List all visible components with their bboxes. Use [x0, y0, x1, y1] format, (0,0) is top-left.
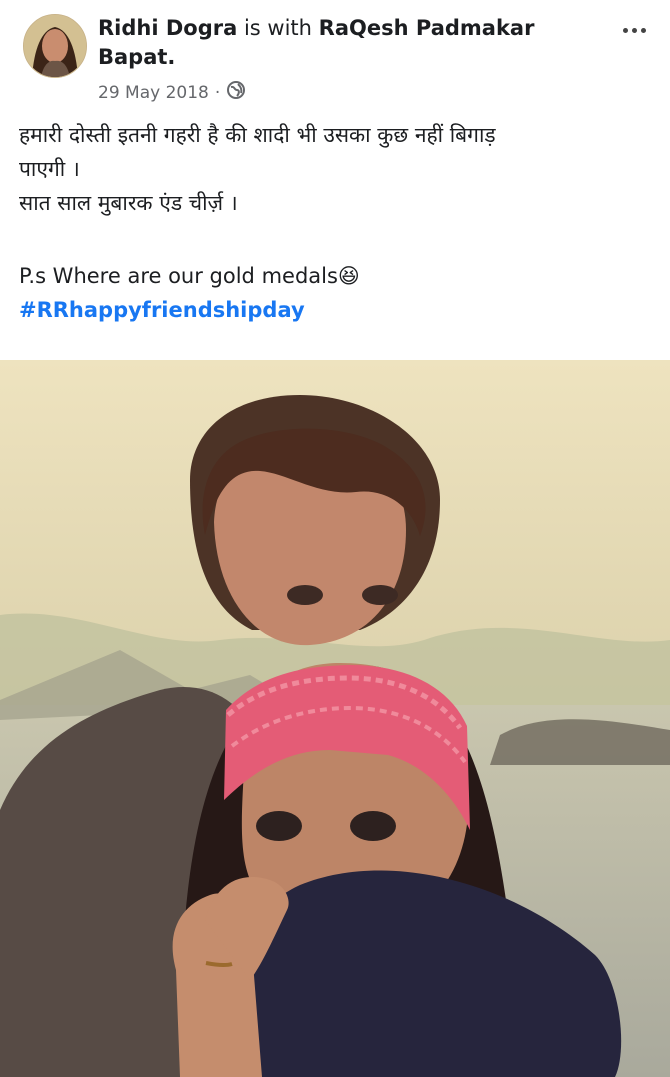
ps-text: P.s Where are our gold medals: [19, 264, 338, 288]
author-line: Ridhi Dogra is with RaQesh Padmakar Bapa…: [98, 14, 603, 72]
hashtag-link[interactable]: #RRhappyfriendshipday: [19, 293, 649, 327]
post-date[interactable]: 29 May 2018: [98, 83, 209, 103]
meta-separator: ·: [214, 82, 221, 103]
selfie-photo: [0, 360, 670, 1077]
author-name[interactable]: Ridhi Dogra: [98, 16, 237, 40]
facebook-post: Ridhi Dogra is with RaQesh Padmakar Bapa…: [0, 0, 670, 1077]
post-photo[interactable]: [0, 360, 670, 1077]
post-text-line-3: सात साल मुबारक एंड चीर्ज़ ।: [19, 191, 238, 215]
author-avatar[interactable]: [23, 14, 87, 78]
post-text-line-1: हमारी दोस्ती इतनी गहरी है की शादी भी उसक…: [19, 123, 496, 147]
with-text: is with: [243, 16, 312, 40]
post-header: Ridhi Dogra is with RaQesh Padmakar Bapa…: [0, 0, 670, 110]
post-meta: 29 May 2018 ·: [98, 80, 246, 105]
laughing-emoji-icon: 😆: [337, 264, 360, 288]
post-text: हमारी दोस्ती इतनी गहरी है की शादी भी उसक…: [19, 118, 649, 327]
globe-icon: [226, 80, 246, 105]
avatar-image: [24, 15, 86, 77]
post-text-line-2: पाएगी ।: [19, 157, 80, 181]
more-options-icon[interactable]: [616, 18, 652, 42]
ps-line: P.s Where are our gold medals😆: [19, 259, 649, 293]
